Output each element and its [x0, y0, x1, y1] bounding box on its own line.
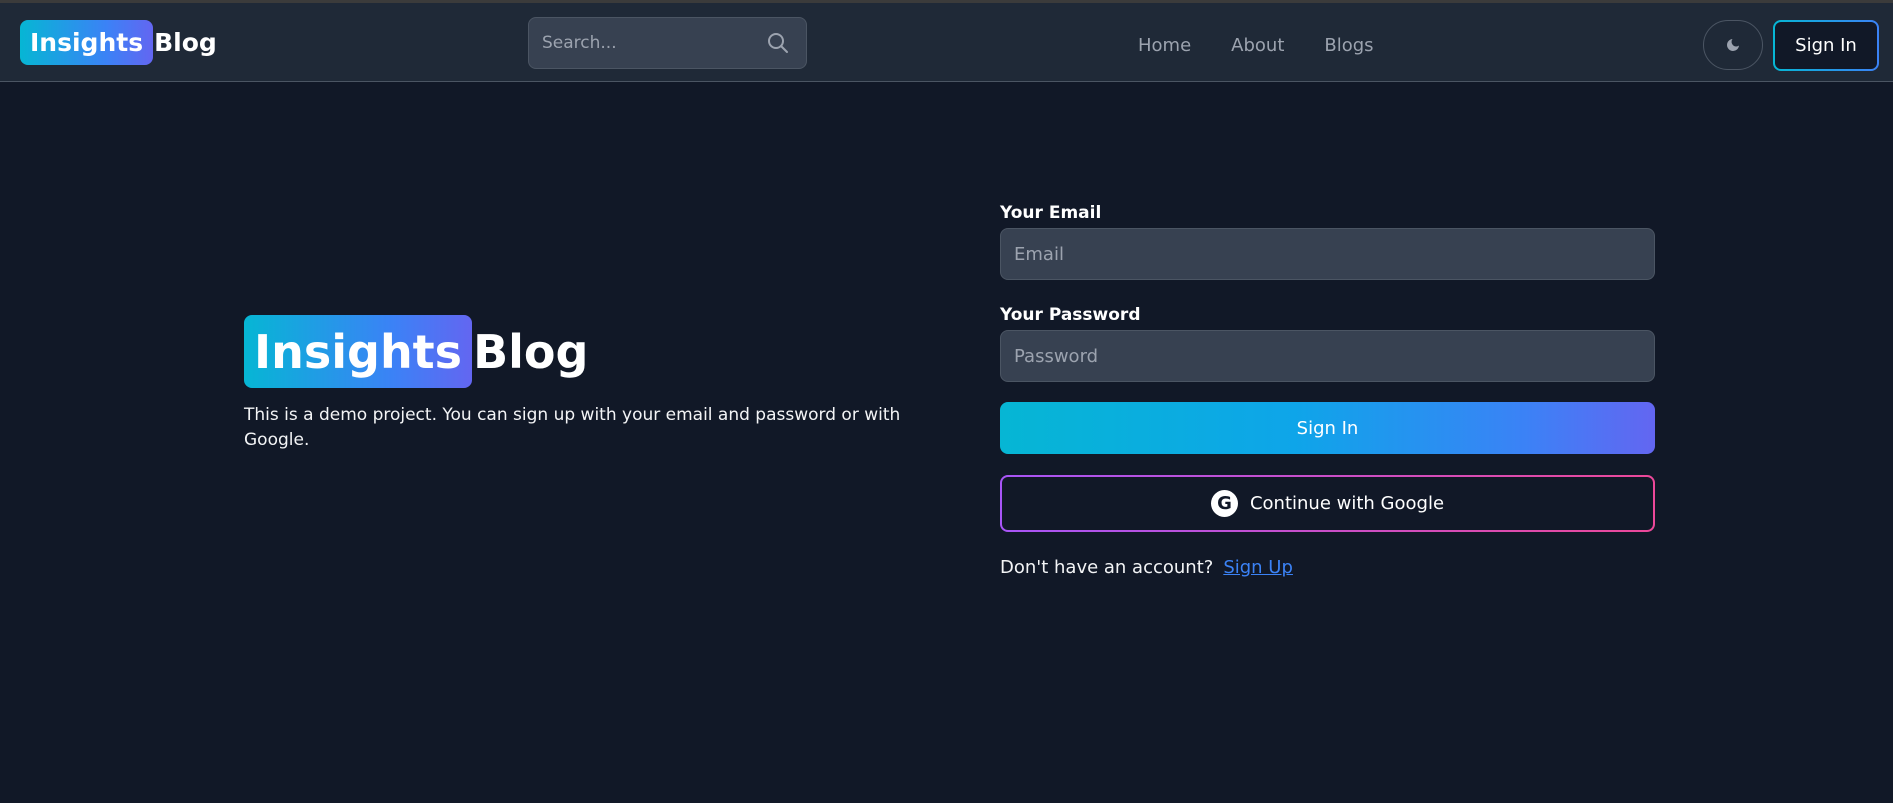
signin-form: Your Email Your Password Sign In G Conti…	[1000, 203, 1655, 578]
nav-blogs[interactable]: Blogs	[1324, 35, 1373, 56]
header-signin-button[interactable]: Sign In	[1773, 20, 1879, 71]
nav-home[interactable]: Home	[1138, 35, 1191, 56]
email-field[interactable]	[1000, 228, 1655, 280]
hero-description: This is a demo project. You can sign up …	[244, 405, 901, 450]
header-signin-label: Sign In	[1775, 22, 1877, 69]
hero: Insights Blog This is a demo project. Yo…	[244, 315, 904, 453]
signup-link[interactable]: Sign Up	[1223, 557, 1293, 578]
hero-logo: Insights Blog	[244, 315, 904, 388]
moon-icon	[1727, 39, 1739, 51]
signup-prompt: Don't have an account? Sign Up	[1000, 557, 1655, 578]
main-nav: Home About Blogs	[1138, 31, 1374, 59]
hero-logo-text: Blog	[473, 324, 589, 379]
signup-question: Don't have an account?	[1000, 557, 1214, 578]
google-button-label: Continue with Google	[1249, 493, 1445, 514]
logo-highlight: Insights	[20, 20, 154, 65]
search-icon[interactable]	[766, 31, 790, 55]
email-label: Your Email	[1000, 203, 1102, 223]
nav-about[interactable]: About	[1231, 35, 1284, 56]
signin-button[interactable]: Sign In	[1000, 402, 1655, 454]
logo-text: Blog	[154, 28, 217, 57]
theme-toggle-button[interactable]	[1703, 20, 1763, 70]
search-box	[528, 17, 807, 69]
password-field[interactable]	[1000, 330, 1655, 382]
google-button-inner: G Continue with Google	[1002, 477, 1653, 530]
google-signin-button[interactable]: G Continue with Google	[1000, 475, 1655, 532]
password-label: Your Password	[1000, 305, 1141, 325]
navbar: Insights Blog Home About Blogs Sign In	[0, 3, 1893, 82]
search-input[interactable]	[529, 18, 766, 68]
google-icon: G	[1210, 490, 1238, 517]
hero-logo-highlight: Insights	[244, 315, 473, 388]
logo[interactable]: Insights Blog	[20, 20, 217, 65]
